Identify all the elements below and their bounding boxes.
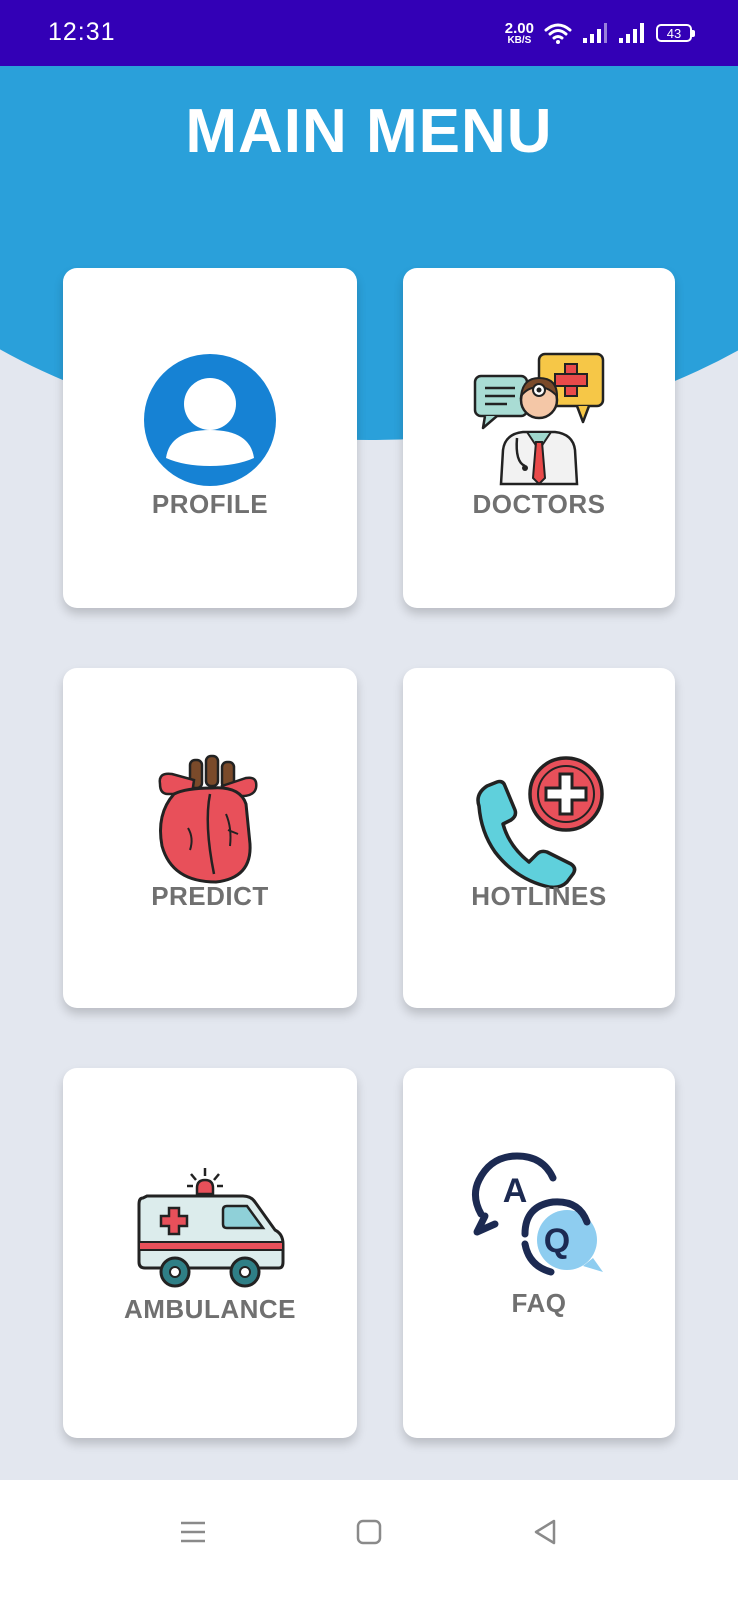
menu-item-label: HOTLINES <box>471 881 607 911</box>
menu-item-label: DOCTORS <box>472 489 606 519</box>
status-time: 12:31 <box>48 18 116 46</box>
page-title: MAIN MENU <box>185 97 553 166</box>
battery-icon: 43 <box>656 24 695 42</box>
menu-item-label: AMBULANCE <box>123 1294 297 1324</box>
predict-card[interactable]: PREDICT <box>63 668 357 1008</box>
back-button[interactable] <box>523 1510 567 1554</box>
network-speed-value: 2.00 <box>504 19 534 37</box>
doctors-card[interactable]: DOCTORS <box>403 268 675 608</box>
status-bar: 12:31 2.00 KB/S 43 <box>0 0 738 66</box>
signal-icon <box>583 23 607 43</box>
network-speed-unit: KB/S <box>507 34 532 46</box>
profile-card[interactable]: PROFILE <box>63 268 357 608</box>
navigation-bar <box>0 1480 738 1600</box>
heart-icon <box>158 754 258 884</box>
ambulance-icon <box>137 1168 285 1288</box>
profile-icon <box>144 354 276 486</box>
svg-text:Q: Q <box>544 1222 570 1260</box>
menu-icon <box>181 1521 205 1543</box>
menu-item-label: FAQ <box>511 1288 567 1318</box>
menu-item-label: PREDICT <box>151 881 269 911</box>
home-button[interactable] <box>347 1510 391 1554</box>
hotlines-card[interactable]: HOTLINES <box>403 668 675 1008</box>
home-icon <box>356 1519 382 1545</box>
svg-text:A: A <box>503 1172 528 1210</box>
menu-button[interactable] <box>171 1510 215 1554</box>
back-icon <box>534 1519 556 1545</box>
status-icons: 2.00 KB/S 43 <box>505 16 695 50</box>
faq-card[interactable]: A Q FAQ <box>403 1068 675 1438</box>
main-menu-screen: 12:31 2.00 KB/S 43 MAIN MENU PROFILE DOC… <box>0 0 738 1600</box>
faq-icon: A Q <box>472 1152 603 1276</box>
doctor-chat-icon <box>473 352 605 486</box>
signal-icon <box>619 23 644 43</box>
phone-medical-icon <box>476 756 604 890</box>
menu-item-label: PROFILE <box>151 489 269 519</box>
wifi-icon <box>544 23 572 44</box>
network-speed: 2.00 KB/S <box>505 21 534 46</box>
ambulance-card[interactable]: AMBULANCE <box>63 1068 357 1438</box>
